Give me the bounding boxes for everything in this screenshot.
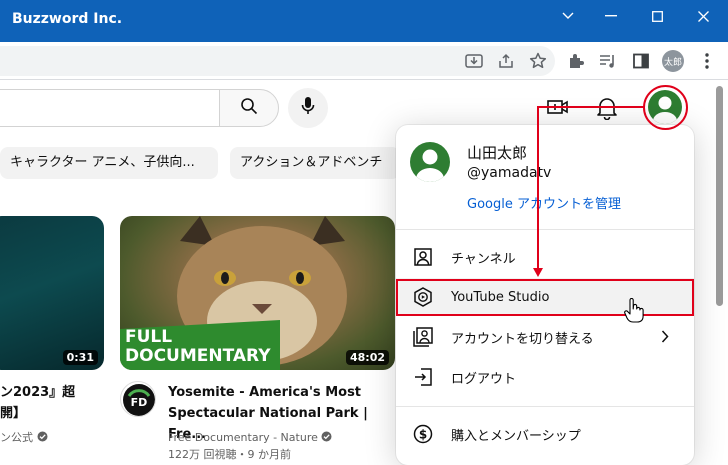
annotation-arrow	[533, 106, 645, 277]
annotation-highlight-box	[396, 279, 694, 316]
hand-cursor-icon	[624, 297, 644, 328]
